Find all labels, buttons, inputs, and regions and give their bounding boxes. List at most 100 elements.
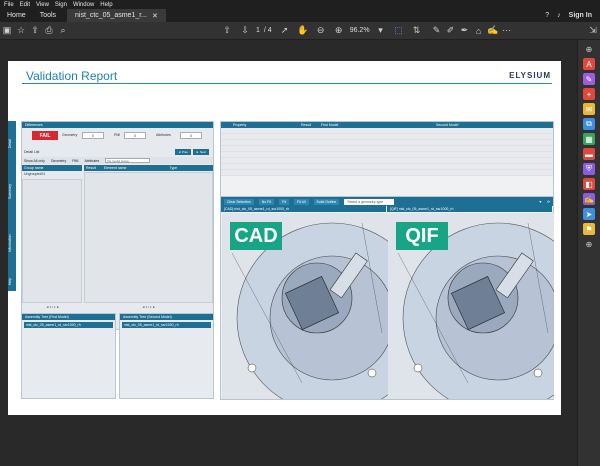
element-pager[interactable]: ◄ 1 / 1 ► [142,305,155,309]
geometry-type-select[interactable]: Select a geometry type [344,198,395,205]
fit-page-icon[interactable]: ⬚ [392,24,406,38]
select-arrow-icon[interactable]: ➚ [278,24,292,38]
more-icon[interactable]: ⊕ [583,238,595,250]
tab-home[interactable]: Home [0,12,33,19]
result-column-header: Result [86,166,96,170]
page-number-input[interactable]: 1 [256,27,260,34]
next-button[interactable]: ► Next [193,149,209,155]
redact-icon[interactable]: ▬ [583,148,595,160]
menu-help[interactable]: Help [100,2,112,8]
search-icon[interactable]: ⌕ [56,24,70,38]
export-pdf-icon[interactable]: A [583,58,595,70]
pmi-label: PMI [114,133,121,137]
comment-icon[interactable]: ✎ [430,24,444,38]
attributes-count: 0 [180,132,202,139]
zoom-in-icon[interactable]: ⊕ [332,24,346,38]
zoom-level[interactable]: 96.2% [350,27,370,34]
expand-icon[interactable]: ▼ [539,200,542,204]
attributes-label: Attributes [156,133,171,137]
assembly-tree-second: Assembly Tree (Second Model) nist_ctc_05… [119,313,214,399]
comment-tool-icon[interactable]: ✉ [583,103,595,115]
qif-viewport-title: [QIF] nist_ctc_05_asme1_rd_ssr1000_rh [387,206,552,212]
combine-icon[interactable]: ⧉ [583,118,595,130]
page-total: / 4 [263,27,272,34]
type-column-header: Type [169,166,178,170]
protect-icon[interactable]: ⛨ [583,163,595,175]
geometry-checkbox[interactable]: Geometry [51,159,66,163]
save-icon[interactable]: ▣ [0,24,14,38]
stamp-icon[interactable]: ⌂ [472,24,486,38]
cad-viewport[interactable]: CAD [222,213,388,399]
menu-window[interactable]: Window [73,2,94,8]
upload-icon[interactable]: ⇪ [28,24,42,38]
highlight-icon[interactable]: ✐ [444,24,458,38]
fit-button[interactable]: Fit [279,198,289,205]
elysium-logo: ELYSIUM [509,71,551,80]
pmi-checkbox[interactable]: PMI [72,159,78,163]
scroll-mode-icon[interactable]: ⇅ [410,24,424,38]
qif-viewport[interactable]: QIF [388,213,554,399]
side-tab-information[interactable]: Information [8,221,16,266]
property-rows [221,128,553,176]
hand-icon[interactable]: ✋ [296,24,310,38]
collapse-icon[interactable]: ⇲ [586,24,600,38]
model-status-select[interactable]: No model status [105,158,151,163]
bell-icon[interactable]: ♪ [557,12,561,19]
zoom-out-icon[interactable]: ⊖ [314,24,328,38]
title-divider [22,83,552,84]
attributes-checkbox[interactable]: Attributes [84,159,99,163]
zoom-tool-icon[interactable]: ⊕ [583,43,595,55]
element-column-header: Result Element name Type [84,165,213,171]
menu-edit[interactable]: Edit [20,2,30,8]
tab-document[interactable]: nist_ctc_05_asme1_r... ✕ [67,9,166,22]
bookmark-icon[interactable]: ☆ [14,24,28,38]
pmi-count: 0 [124,132,146,139]
edit-pdf-icon[interactable]: ✎ [583,73,595,85]
fit-all-button[interactable]: Fit All [293,198,309,205]
show-all-checkbox[interactable]: Show All only [24,159,45,163]
tab-tools[interactable]: Tools [33,12,63,19]
assembly-first-header: Assembly Tree (First Model) [22,314,115,320]
page-down-icon[interactable]: ⇩ [238,24,252,38]
menu-view[interactable]: View [36,2,49,8]
assembly-first-item[interactable]: nist_ctc_05_asme1_rd_ssr1000_rh [24,322,113,328]
page-up-icon[interactable]: ⇧ [220,24,234,38]
pdf-page: Validation Report ELYSIUM Detail Summary… [8,61,561,415]
col-result: Result [301,123,311,127]
create-pdf-icon[interactable]: + [583,88,595,100]
accessibility-icon[interactable]: ⚑ [583,223,595,235]
prev-button[interactable]: ◄ Prev [175,149,192,155]
refresh-icon[interactable]: ⟳ [547,200,550,204]
fill-sign-icon[interactable]: ✍ [583,193,595,205]
sign-in-button[interactable]: Sign In [569,12,592,19]
menu-file[interactable]: File [4,2,14,8]
side-tab-summary[interactable]: Summary [8,173,16,211]
print-icon[interactable]: ⎙ [42,24,56,38]
differences-header: Differences [22,122,213,128]
page-controls: ⇧ ⇩ 1 / 4 [220,24,272,38]
viz-toolbar: Clear Selection No Fit Fit Fit All Solid… [221,197,553,206]
optimize-icon[interactable]: ◧ [583,178,595,190]
draw-icon[interactable]: ✒ [458,24,472,38]
assembly-second-item[interactable]: nist_ctc_05_asme1_rd_ssr1000_rh [122,322,211,328]
close-icon[interactable]: ✕ [152,12,158,20]
element-list [84,172,213,303]
group-row[interactable]: Ungrouped01 [24,172,45,176]
sign-icon[interactable]: ✍ [486,24,500,38]
clear-selection-button[interactable]: Clear Selection [224,198,254,205]
no-fit-button[interactable]: No Fit [258,198,275,205]
send-icon[interactable]: ➤ [583,208,595,220]
group-pager[interactable]: ◄ 1 / 1 ► [46,305,59,309]
help-icon[interactable]: ? [545,12,549,19]
col-first-model: First Model [321,123,339,127]
assembly-second-header: Assembly Tree (Second Model) [120,314,213,320]
chevron-down-icon[interactable]: ▾ [374,24,388,38]
organize-icon[interactable]: ▦ [583,133,595,145]
side-tab-detail[interactable]: Detail [8,129,16,159]
main-toolbar: ▣ ☆ ⇪ ⎙ ⌕ ⇧ ⇩ 1 / 4 ➚ ✋ ⊖ ⊕ 96.2% ▾ ⬚ ⇅ … [0,22,600,40]
more-tools-icon[interactable]: ⋯ [500,24,514,38]
menu-sign[interactable]: Sign [55,2,67,8]
detail-pane: Differences FAIL Geometry 0 PMI 0 Attrib… [21,121,214,330]
solid-outline-select[interactable]: Solid Outline [313,198,340,205]
side-tab-help[interactable]: Help [8,271,16,291]
